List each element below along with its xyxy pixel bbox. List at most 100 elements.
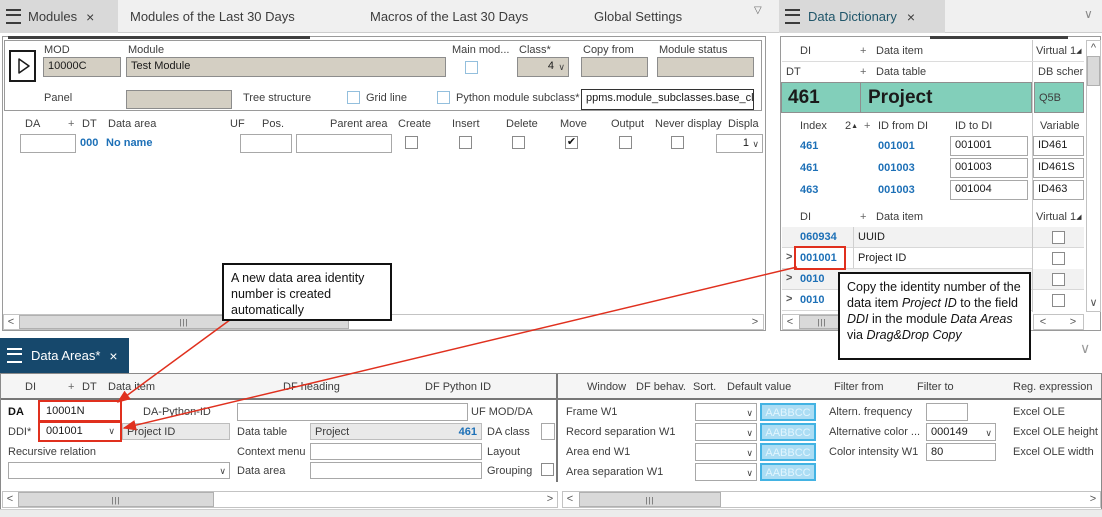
area-separation-w1-dropdown[interactable]: ∨: [695, 463, 757, 481]
index-cell[interactable]: 461: [800, 162, 818, 174]
record-separation-w1-color-swatch[interactable]: AABBCC: [760, 423, 816, 441]
col-never-display: Never display: [655, 118, 722, 130]
id-from-cell[interactable]: 001003: [878, 184, 915, 196]
close-icon[interactable]: ×: [109, 348, 117, 364]
tab-global-settings[interactable]: Global Settings: [594, 0, 682, 33]
recursive-relation-dropdown[interactable]: ∨: [8, 462, 230, 479]
item-di[interactable]: 060934: [800, 231, 837, 243]
close-icon[interactable]: ×: [907, 9, 915, 25]
scroll-down-icon[interactable]: ∨: [1087, 296, 1100, 310]
panel-field[interactable]: [126, 90, 232, 109]
scroll-left-icon[interactable]: <: [563, 492, 577, 507]
create-checkbox[interactable]: [405, 136, 418, 149]
add-icon[interactable]: +: [68, 381, 74, 393]
variable-cell[interactable]: ID461S: [1033, 158, 1084, 178]
scroll-right-icon[interactable]: >: [748, 315, 762, 329]
area-end-w1-dropdown[interactable]: ∨: [695, 443, 757, 461]
item-name[interactable]: Project ID: [858, 252, 906, 264]
id-from-cell[interactable]: 001001: [878, 140, 915, 152]
virtual-checkbox[interactable]: [1052, 273, 1065, 286]
area-end-w1-color-swatch[interactable]: AABBCC: [760, 443, 816, 461]
scroll-left-icon[interactable]: <: [4, 315, 18, 329]
output-checkbox[interactable]: [619, 136, 632, 149]
item-di[interactable]: 0010: [800, 273, 824, 285]
add-icon[interactable]: +: [860, 66, 866, 78]
expand-chevron-icon[interactable]: >: [786, 293, 792, 305]
scroll-left-icon[interactable]: <: [783, 315, 797, 329]
scrollbar-handle[interactable]: |||: [18, 492, 214, 507]
scrollbar-handle[interactable]: |||: [579, 492, 721, 507]
item-di[interactable]: 0010: [800, 294, 824, 306]
virtual-checkbox[interactable]: [1052, 231, 1065, 244]
virtual-checkbox[interactable]: [1052, 252, 1065, 265]
frame-w1-dropdown[interactable]: ∨: [695, 403, 757, 421]
insert-checkbox[interactable]: [459, 136, 472, 149]
altern-frequency-field[interactable]: [926, 403, 968, 421]
panel-collapse-chevron-icon[interactable]: ∨: [1080, 340, 1090, 357]
scroll-left-icon[interactable]: <: [3, 492, 17, 507]
move-checkbox[interactable]: ✔: [565, 136, 578, 149]
da-class-field[interactable]: [541, 423, 555, 440]
scroll-right-icon[interactable]: >: [543, 492, 557, 507]
add-icon[interactable]: +: [68, 118, 74, 130]
frame-w1-color-swatch[interactable]: AABBCC: [760, 403, 816, 421]
dropdown-arrow-icon: ∨: [746, 428, 753, 439]
module-status-field[interactable]: [657, 57, 754, 77]
alternative-color-dropdown[interactable]: 000149 ∨: [926, 423, 996, 441]
scroll-up-icon[interactable]: ^: [1087, 41, 1100, 55]
never-display-checkbox[interactable]: [671, 136, 684, 149]
cell-divider: [860, 83, 861, 112]
id-to-cell[interactable]: 001003: [950, 158, 1028, 178]
expand-chevron-icon[interactable]: >: [786, 251, 792, 263]
mod-field[interactable]: 10000C: [43, 57, 121, 77]
main-mod-checkbox[interactable]: [465, 61, 478, 74]
grid-line-checkbox[interactable]: [347, 91, 360, 104]
id-from-cell[interactable]: 001003: [878, 162, 915, 174]
close-icon[interactable]: ×: [86, 9, 94, 25]
sort-indicator[interactable]: 2▲: [845, 120, 858, 132]
tab-modules-last-30-days[interactable]: Modules of the Last 30 Days: [130, 0, 295, 33]
expand-chevron-icon[interactable]: >: [786, 272, 792, 284]
add-icon[interactable]: +: [860, 45, 866, 57]
python-subclass-field[interactable]: ppms.module_subclasses.base_clas: [581, 89, 754, 110]
item-name[interactable]: UUID: [858, 231, 885, 243]
scroll-right-icon[interactable]: >: [1086, 492, 1100, 507]
tab-data-dictionary[interactable]: Data Dictionary ×: [779, 0, 945, 33]
virtual-checkbox[interactable]: [1052, 294, 1065, 307]
record-separation-w1-dropdown[interactable]: ∨: [695, 423, 757, 441]
context-menu-field[interactable]: [310, 443, 482, 460]
tab-data-areas[interactable]: Data Areas* ×: [0, 338, 129, 373]
variable-cell[interactable]: ID463: [1033, 180, 1084, 200]
class-dropdown[interactable]: 4 ∨: [517, 57, 569, 77]
tab-modules[interactable]: Modules ×: [0, 0, 118, 33]
run-module-button[interactable]: [9, 50, 36, 82]
index-cell[interactable]: 463: [800, 184, 818, 196]
add-icon[interactable]: +: [864, 120, 870, 132]
play-icon: [17, 58, 31, 74]
delete-checkbox[interactable]: [512, 136, 525, 149]
tab-macros-last-30-days[interactable]: Macros of the Last 30 Days: [370, 0, 528, 33]
color-intensity-field[interactable]: 80: [926, 443, 996, 461]
scroll-left-icon[interactable]: <: [1036, 315, 1050, 329]
da-python-id-field[interactable]: [237, 403, 468, 421]
data-area-field[interactable]: [310, 462, 482, 479]
da-input[interactable]: [20, 134, 76, 153]
tab-label: Modules of the Last 30 Days: [130, 9, 295, 24]
copy-from-field[interactable]: [581, 57, 648, 77]
pos-input[interactable]: [240, 134, 292, 153]
parent-area-input[interactable]: [296, 134, 392, 153]
id-to-cell[interactable]: 001001: [950, 136, 1028, 156]
more-tabs-icon[interactable]: ▽: [754, 5, 762, 16]
python-subclass-checkbox[interactable]: [437, 91, 450, 104]
area-separation-w1-color-swatch[interactable]: AABBCC: [760, 463, 816, 481]
module-field[interactable]: Test Module: [126, 57, 446, 77]
grouping-checkbox[interactable]: [541, 463, 554, 476]
add-icon[interactable]: +: [860, 211, 866, 223]
tabbar-collapse-chevron-icon[interactable]: ∨: [1084, 7, 1093, 21]
id-to-cell[interactable]: 001004: [950, 180, 1028, 200]
variable-cell[interactable]: ID461: [1033, 136, 1084, 156]
scrollbar-handle[interactable]: [1087, 56, 1100, 86]
index-cell[interactable]: 461: [800, 140, 818, 152]
scroll-right-icon[interactable]: >: [1066, 315, 1080, 329]
display-dropdown[interactable]: 1 ∨: [716, 134, 763, 153]
